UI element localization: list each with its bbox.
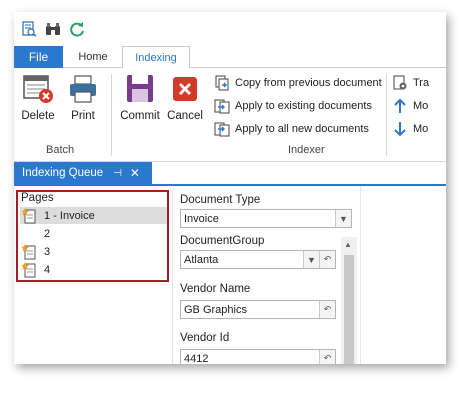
- vendor-name-value: GB Graphics: [184, 303, 247, 316]
- page-star-icon: [22, 261, 36, 278]
- app-window: File Home Indexing Delete Print Batch Co…: [14, 12, 446, 364]
- binoculars-icon[interactable]: [44, 20, 62, 38]
- move-up-label: Mo: [413, 100, 429, 112]
- group-separator: [386, 74, 387, 156]
- page-item[interactable]: 1 - Invoice: [20, 207, 167, 224]
- refresh-icon[interactable]: [68, 20, 86, 38]
- move-up-button[interactable]: Mo: [392, 97, 428, 115]
- tab-indexing[interactable]: Indexing: [122, 46, 190, 69]
- move-down-button[interactable]: Mo: [392, 120, 428, 138]
- quick-access-toolbar: [14, 12, 446, 46]
- indexer-group-label: Indexer: [288, 144, 325, 156]
- floppy-disk-icon: [127, 75, 153, 102]
- cancel-x-icon: [173, 77, 197, 101]
- document-type-value: Invoice: [184, 212, 219, 225]
- vendor-id-value: 4412: [184, 352, 209, 365]
- vendor-id-field[interactable]: 4412 ↶: [180, 349, 336, 364]
- print-label: Print: [71, 110, 95, 122]
- apply-existing-label: Apply to existing documents: [235, 100, 372, 112]
- vendor-name-label: Vendor Name: [180, 283, 251, 295]
- indexing-queue-title: Indexing Queue: [22, 167, 104, 179]
- close-icon[interactable]: ✕: [130, 166, 140, 180]
- document-group-select[interactable]: Atlanta ▼ ↶: [180, 250, 336, 269]
- tab-indexing-queue[interactable]: Indexing Queue ⊣ ✕: [14, 162, 152, 184]
- document-type-select[interactable]: Invoice ▼: [180, 209, 352, 228]
- page-item[interactable]: 4: [20, 261, 167, 278]
- panel-divider: [360, 186, 361, 364]
- tab-home[interactable]: Home: [70, 46, 116, 68]
- apply-new-icon: [214, 121, 230, 137]
- page-item[interactable]: 2: [20, 225, 167, 242]
- page-label: 1 - Invoice: [44, 209, 95, 222]
- move-down-label: Mo: [413, 123, 429, 135]
- copy-previous-button[interactable]: Copy from previous document: [214, 74, 382, 92]
- document-type-label: Document Type: [180, 194, 261, 206]
- batch-group-label: Batch: [46, 144, 75, 156]
- cancel-label: Cancel: [167, 110, 203, 122]
- ribbon: Delete Print Batch Commit Cancel Copy fr…: [14, 68, 446, 162]
- commit-button[interactable]: Commit: [118, 74, 162, 122]
- printer-icon: [70, 75, 96, 103]
- page-label: 4: [44, 263, 51, 276]
- pages-title: Pages: [21, 192, 54, 204]
- delete-button[interactable]: Delete: [20, 74, 56, 122]
- apply-new-button[interactable]: Apply to all new documents: [214, 120, 369, 138]
- page-star-icon: [22, 243, 36, 260]
- undo-icon[interactable]: ↶: [319, 301, 335, 318]
- page-label: 3: [44, 245, 51, 258]
- scroll-up-icon[interactable]: ▲: [344, 240, 352, 249]
- pages-panel: Pages 1 - Invoice 2 3 4: [16, 190, 169, 282]
- document-group-label: DocumentGroup: [180, 235, 265, 247]
- arrow-up-icon: [392, 98, 408, 114]
- transfer-button[interactable]: Tra: [392, 74, 429, 92]
- delete-label: Delete: [21, 110, 55, 122]
- vendor-id-label: Vendor Id: [180, 332, 230, 344]
- page-item[interactable]: 3: [20, 243, 167, 260]
- chevron-down-icon[interactable]: ▼: [335, 210, 351, 227]
- copy-previous-label: Copy from previous document: [235, 77, 382, 89]
- search-doc-icon[interactable]: [20, 20, 38, 38]
- document-group-value: Atlanta: [184, 253, 219, 266]
- scrollbar-thumb[interactable]: [344, 255, 354, 364]
- cancel-button[interactable]: Cancel: [166, 74, 204, 122]
- apply-new-label: Apply to all new documents: [235, 123, 369, 135]
- undo-icon[interactable]: ↶: [319, 350, 335, 364]
- undo-icon[interactable]: ↶: [319, 251, 335, 268]
- page-label: 2: [44, 227, 51, 240]
- document-tab-bar: Indexing Queue ⊣ ✕: [14, 162, 446, 186]
- delete-batch-icon: [23, 75, 53, 103]
- panel-divider: [172, 190, 173, 364]
- copy-document-icon: [214, 75, 230, 91]
- apply-existing-icon: [214, 98, 230, 114]
- arrow-down-icon: [392, 121, 408, 137]
- apply-existing-button[interactable]: Apply to existing documents: [214, 97, 372, 115]
- chevron-down-icon[interactable]: ▼: [303, 251, 319, 268]
- fields-scrollbar[interactable]: ▲: [341, 237, 357, 364]
- pin-icon[interactable]: ⊣: [113, 168, 122, 179]
- print-button[interactable]: Print: [66, 74, 100, 122]
- tab-file[interactable]: File: [14, 46, 63, 68]
- settings-document-icon: [392, 75, 408, 91]
- group-separator: [111, 74, 112, 156]
- page-star-icon: [22, 207, 36, 224]
- vendor-name-field[interactable]: GB Graphics ↶: [180, 300, 336, 319]
- transfer-label: Tra: [413, 77, 430, 89]
- commit-label: Commit: [120, 110, 160, 122]
- ribbon-tab-row: File Home Indexing: [14, 46, 446, 69]
